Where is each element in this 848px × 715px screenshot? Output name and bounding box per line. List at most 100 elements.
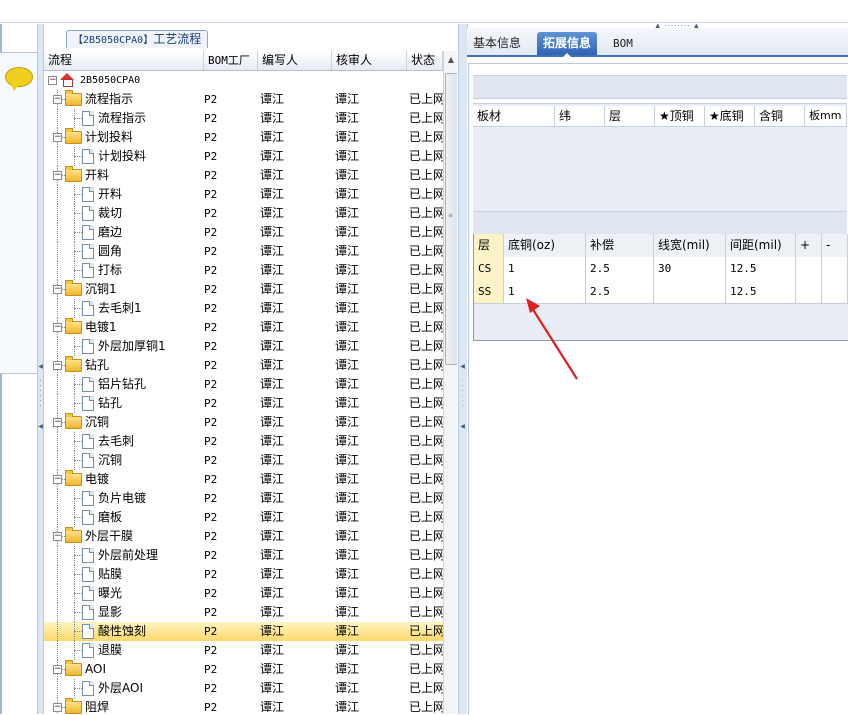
tree-node-cell[interactable]: 钻孔 [44,394,201,413]
tree-folder-row[interactable]: − 阻焊 P2 谭江 谭江 已上网 [44,698,443,714]
tree-node-cell[interactable]: − 2B5050CPA0 [44,71,201,90]
tree-node-cell[interactable]: 显影 [44,603,201,622]
layer-cell-compensation[interactable]: 2.5 [586,280,654,303]
tree-process-row[interactable]: 曝光 P2 谭江 谭江 已上网 [44,584,443,603]
tree-node-cell[interactable]: − 流程指示 [44,90,201,109]
tree-node-cell[interactable]: 开料 [44,185,201,204]
col-header-status[interactable]: 状态 [407,51,443,70]
chat-bubble-icon[interactable] [5,67,33,91]
tree-node-cell[interactable]: − 电镀 [44,470,201,489]
layer-cell-plus[interactable] [796,257,822,280]
board-material-table[interactable]: 板材 纬 层 ★顶铜 ★底铜 含铜 板mm [473,103,847,214]
tab-bom[interactable]: BOM [607,32,639,55]
tree-process-row[interactable]: 去毛刺 P2 谭江 谭江 已上网 [44,432,443,451]
tree-node-cell[interactable]: 沉铜 [44,451,201,470]
tree-process-row[interactable]: 去毛刺1 P2 谭江 谭江 已上网 [44,299,443,318]
board-col-material[interactable]: 板材 [473,106,555,126]
tree-folder-row[interactable]: − 计划投料 P2 谭江 谭江 已上网 [44,128,443,147]
tree-process-row[interactable]: 流程指示 P2 谭江 谭江 已上网 [44,109,443,128]
tree-folder-row[interactable]: − 电镀1 P2 谭江 谭江 已上网 [44,318,443,337]
layer-cell-line-width[interactable]: 30 [654,257,726,280]
collapse-middle-icon[interactable]: ◀ [460,364,465,370]
tree-node-cell[interactable]: 贴膜 [44,565,201,584]
tree-node-cell[interactable]: − 钻孔 [44,356,201,375]
tree-process-row[interactable]: 酸性蚀刻 P2 谭江 谭江 已上网 [44,622,443,641]
table-row[interactable]: CS 1 2.5 30 12.5 [474,257,848,281]
layer-cell-layer[interactable]: SS [474,280,504,303]
collapse-toggle-icon[interactable]: − [53,171,62,180]
tree-process-row[interactable]: 外层AOI P2 谭江 谭江 已上网 [44,679,443,698]
tree-process-row[interactable]: 外层加厚铜1 P2 谭江 谭江 已上网 [44,337,443,356]
col-header-author[interactable]: 编写人 [258,51,332,70]
tree-node-cell[interactable]: 外层前处理 [44,546,201,565]
tree-folder-row[interactable]: − 开料 P2 谭江 谭江 已上网 [44,166,443,185]
layer-cell-minus[interactable] [822,257,848,280]
layer-cell-spacing[interactable]: 12.5 [726,257,796,280]
col-header-bom-factory[interactable]: BOM工厂 [204,51,258,70]
collapse-toggle-icon[interactable]: − [53,133,62,142]
process-tree-grid[interactable]: 流程 BOM工厂 编写人 核审人 状态 − 2B5050CPA0 − 流程指示 P2 谭江… [43,51,457,714]
tree-process-row[interactable]: 沉铜 P2 谭江 谭江 已上网 [44,451,443,470]
tree-node-cell[interactable]: 负片电镀 [44,489,201,508]
scroll-thumb[interactable]: ≡ [445,73,457,365]
layer-col-layer[interactable]: 层 [474,234,504,257]
process-flow-tab[interactable]: 【2B5050CPA0】工艺流程 [66,30,209,48]
tree-node-cell[interactable]: 酸性蚀刻 [44,622,201,641]
collapse-toggle-icon[interactable]: − [53,665,62,674]
tree-folder-row[interactable]: − AOI P2 谭江 谭江 已上网 [44,660,443,679]
collapse-toggle-icon[interactable]: − [53,703,62,712]
tree-node-cell[interactable]: − 阻焊 [44,698,201,714]
tree-process-row[interactable]: 钻孔 P2 谭江 谭江 已上网 [44,394,443,413]
tree-process-row[interactable]: 磨边 P2 谭江 谭江 已上网 [44,223,443,242]
tree-node-cell[interactable]: 裁切 [44,204,201,223]
layer-col-compensation[interactable]: 补偿 [586,234,654,257]
tree-folder-row[interactable]: − 钻孔 P2 谭江 谭江 已上网 [44,356,443,375]
tree-process-row[interactable]: 打标 P2 谭江 谭江 已上网 [44,261,443,280]
col-header-reviewer[interactable]: 核审人 [332,51,407,70]
tree-node-cell[interactable]: 圆角 [44,242,201,261]
tree-node-cell[interactable]: 流程指示 [44,109,201,128]
tree-process-row[interactable]: 圆角 P2 谭江 谭江 已上网 [44,242,443,261]
layer-col-minus[interactable]: - [822,234,848,257]
layer-col-line-width[interactable]: 线宽(mil) [654,234,726,257]
tree-process-row[interactable]: 显影 P2 谭江 谭江 已上网 [44,603,443,622]
layer-cell-plus[interactable] [796,280,822,303]
tree-node-cell[interactable]: − 电镀1 [44,318,201,337]
scroll-up-icon[interactable]: ▲ [444,51,457,68]
layer-cell-compensation[interactable]: 2.5 [586,257,654,280]
tree-node-cell[interactable]: 打标 [44,261,201,280]
tree-process-row[interactable]: 外层前处理 P2 谭江 谭江 已上网 [44,546,443,565]
layer-col-spacing[interactable]: 间距(mil) [726,234,796,257]
tree-node-cell[interactable]: 外层加厚铜1 [44,337,201,356]
tree-node-cell[interactable]: − 外层干膜 [44,527,201,546]
layer-cell-layer[interactable]: CS [474,257,504,280]
layer-cell-spacing[interactable]: 12.5 [726,280,796,303]
tree-node-cell[interactable]: 去毛刺1 [44,299,201,318]
tree-node-cell[interactable]: 曝光 [44,584,201,603]
layer-cell-minus[interactable] [822,280,848,303]
tree-node-cell[interactable]: 去毛刺 [44,432,201,451]
tree-vertical-scrollbar[interactable]: ▲ ≡ [443,51,457,714]
tree-node-cell[interactable]: 磨边 [44,223,201,242]
board-col-layer[interactable]: 层 [605,106,655,126]
tree-node-cell[interactable]: 外层AOI [44,679,201,698]
tree-root-row[interactable]: − 2B5050CPA0 [44,71,443,90]
board-col-weft[interactable]: 纬 [555,106,605,126]
tree-node-cell[interactable]: − 计划投料 [44,128,201,147]
tab-basic-info[interactable]: 基本信息 [467,32,527,55]
tree-process-row[interactable]: 开料 P2 谭江 谭江 已上网 [44,185,443,204]
tab-extended-info[interactable]: 拓展信息 [537,32,598,57]
tree-process-row[interactable]: 磨板 P2 谭江 谭江 已上网 [44,508,443,527]
tree-process-row[interactable]: 计划投料 P2 谭江 谭江 已上网 [44,147,443,166]
collapse-toggle-icon[interactable]: − [53,532,62,541]
tree-node-cell[interactable]: 计划投料 [44,147,201,166]
col-header-flow[interactable]: 流程 [44,51,204,70]
tree-node-cell[interactable]: − 沉铜1 [44,280,201,299]
expand-middle-icon[interactable]: ◀ [460,424,465,430]
tree-process-row[interactable]: 负片电镀 P2 谭江 谭江 已上网 [44,489,443,508]
tree-node-cell[interactable]: 铝片钻孔 [44,375,201,394]
collapse-toggle-icon[interactable]: − [53,285,62,294]
collapse-toggle-icon[interactable]: − [53,418,62,427]
tree-process-row[interactable]: 退膜 P2 谭江 谭江 已上网 [44,641,443,660]
tree-folder-row[interactable]: − 电镀 P2 谭江 谭江 已上网 [44,470,443,489]
